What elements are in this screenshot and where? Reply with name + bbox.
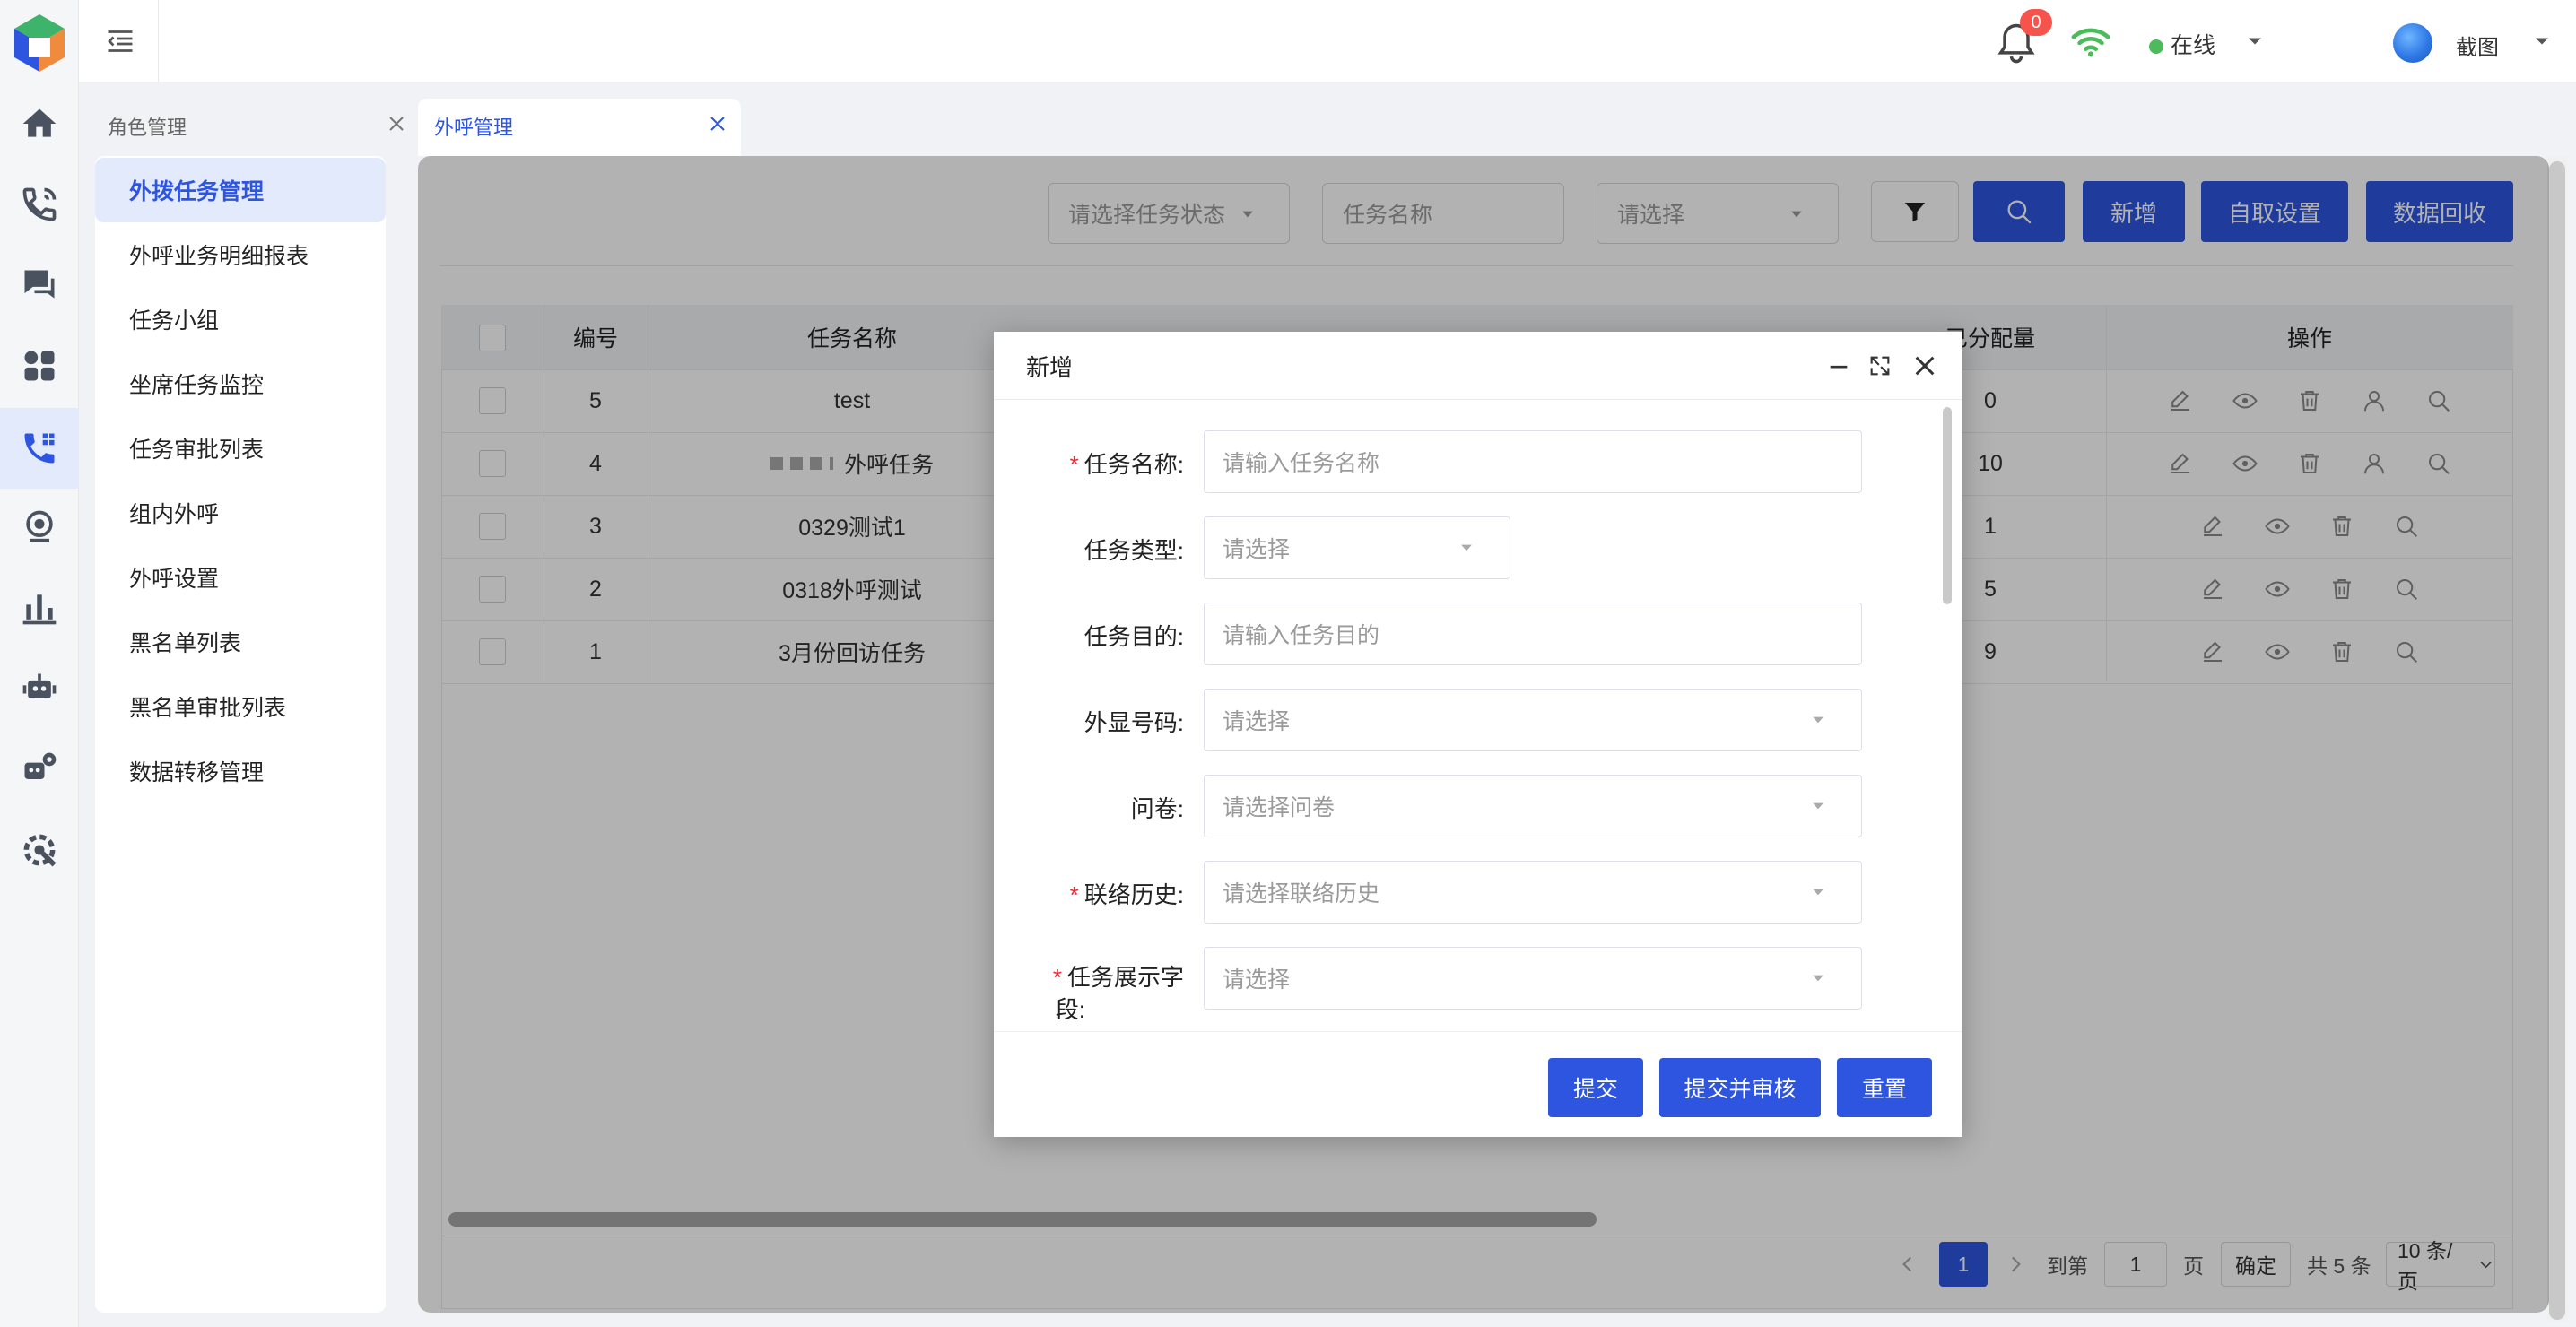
submenu-item-detail-report[interactable]: 外呼业务明细报表	[95, 222, 386, 287]
submenu-item-task-group[interactable]: 任务小组	[95, 287, 386, 351]
task-type-select[interactable]: 请选择	[1204, 516, 1510, 579]
notification-badge: 0	[2020, 9, 2052, 36]
submenu-item-agent-monitor[interactable]: 坐席任务监控	[95, 351, 386, 416]
display-fields-select[interactable]: 请选择	[1204, 947, 1862, 1010]
task-purpose-field[interactable]: 请输入任务目的	[1204, 603, 1862, 665]
task-purpose-placeholder: 请输入任务目的	[1223, 623, 1380, 648]
required-marker: *	[1052, 964, 1062, 991]
questionnaire-label: 问卷:	[1130, 795, 1184, 822]
close-icon[interactable]	[1910, 351, 1939, 380]
tab-role-management[interactable]: 角色管理	[108, 106, 187, 147]
app-logo-icon	[14, 14, 65, 72]
task-purpose-label: 任务目的:	[1083, 623, 1184, 650]
icon-rail	[0, 0, 79, 1327]
caller-number-placeholder: 请选择	[1223, 709, 1291, 734]
outbound-call-icon[interactable]	[0, 408, 79, 489]
chat-icon[interactable]	[14, 260, 65, 310]
chevron-down-icon[interactable]	[2242, 29, 2267, 54]
chevron-down-icon[interactable]	[2529, 29, 2554, 54]
tools-icon[interactable]	[14, 825, 65, 875]
apps-icon[interactable]	[14, 341, 65, 391]
avatar[interactable]	[2393, 23, 2432, 63]
online-status-dot	[2149, 39, 2163, 54]
submenu-item-group-outbound[interactable]: 组内外呼	[95, 481, 386, 545]
display-fields-label-line2: 段:	[1055, 996, 1085, 1023]
submenu-item-blacklist[interactable]: 黑名单列表	[95, 610, 386, 674]
chevron-down-icon	[1461, 544, 1472, 551]
questionnaire-select[interactable]: 请选择问卷	[1204, 775, 1862, 837]
menu-collapse-icon[interactable]	[104, 25, 136, 57]
contact-history-select[interactable]: 请选择联络历史	[1204, 861, 1862, 924]
task-name-label: * 任务名称:	[951, 447, 1184, 480]
submit-and-review-button[interactable]: 提交并审核	[1659, 1058, 1821, 1117]
display-fields-label-line1: 任务展示字	[1066, 964, 1184, 991]
online-status-label[interactable]: 在线	[2171, 28, 2215, 60]
close-icon[interactable]	[386, 113, 407, 134]
maximize-icon[interactable]	[1867, 353, 1893, 378]
submenu-item-blacklist-approval[interactable]: 黑名单审批列表	[95, 674, 386, 739]
submenu-item-task-approval[interactable]: 任务审批列表	[95, 416, 386, 481]
chevron-down-icon	[1813, 802, 1823, 810]
home-icon[interactable]	[14, 99, 65, 149]
dialog-header	[994, 332, 1962, 400]
contact-history-placeholder: 请选择联络历史	[1223, 881, 1380, 906]
task-name-field[interactable]: 请输入任务名称	[1204, 430, 1862, 493]
robot-icon[interactable]	[14, 664, 65, 714]
task-name-label-text: 任务名称:	[1083, 451, 1184, 478]
minimize-icon[interactable]	[1826, 353, 1851, 378]
display-fields-placeholder: 请选择	[1223, 967, 1291, 993]
tab-outbound-management[interactable]: 外呼管理	[434, 106, 513, 147]
display-fields-label: * 任务展示字 段:	[951, 961, 1184, 1026]
topbar-divider	[158, 0, 159, 82]
chevron-down-icon	[1813, 975, 1823, 982]
wifi-icon	[2071, 28, 2110, 57]
task-type-label: 任务类型:	[1083, 537, 1184, 564]
caller-number-label: 外显号码:	[1083, 709, 1184, 736]
contact-history-label-text: 联络历史:	[1083, 881, 1184, 908]
chart-icon[interactable]	[14, 583, 65, 633]
dialog-footer-divider	[994, 1031, 1962, 1032]
chevron-down-icon	[1813, 889, 1823, 896]
caller-number-select[interactable]: 请选择	[1204, 689, 1862, 751]
reset-button[interactable]: 重置	[1837, 1058, 1932, 1117]
required-marker: *	[1069, 881, 1079, 908]
required-marker: *	[1069, 451, 1079, 478]
dialog-title: 新增	[1026, 354, 1074, 381]
dialog-scrollbar-thumb[interactable]	[1943, 407, 1952, 604]
submenu-item-outbound-settings[interactable]: 外呼设置	[95, 545, 386, 610]
task-type-placeholder: 请选择	[1223, 537, 1291, 562]
page-scrollbar-thumb[interactable]	[2549, 161, 2565, 1320]
monitor-icon[interactable]	[14, 502, 65, 552]
questionnaire-placeholder: 请选择问卷	[1223, 795, 1336, 820]
submenu-item-data-transfer[interactable]: 数据转移管理	[95, 739, 386, 803]
submit-button[interactable]: 提交	[1548, 1058, 1643, 1117]
task-name-field-placeholder: 请输入任务名称	[1223, 451, 1380, 476]
call-icon[interactable]	[14, 179, 65, 230]
chevron-down-icon	[1813, 716, 1823, 724]
contact-history-label: * 联络历史:	[951, 877, 1184, 910]
close-icon[interactable]	[707, 113, 728, 134]
submenu-item-outbound-task[interactable]: 外拨任务管理	[95, 158, 386, 222]
user-name[interactable]: 截图	[2456, 30, 2499, 61]
robot-settings-icon[interactable]	[14, 744, 65, 794]
